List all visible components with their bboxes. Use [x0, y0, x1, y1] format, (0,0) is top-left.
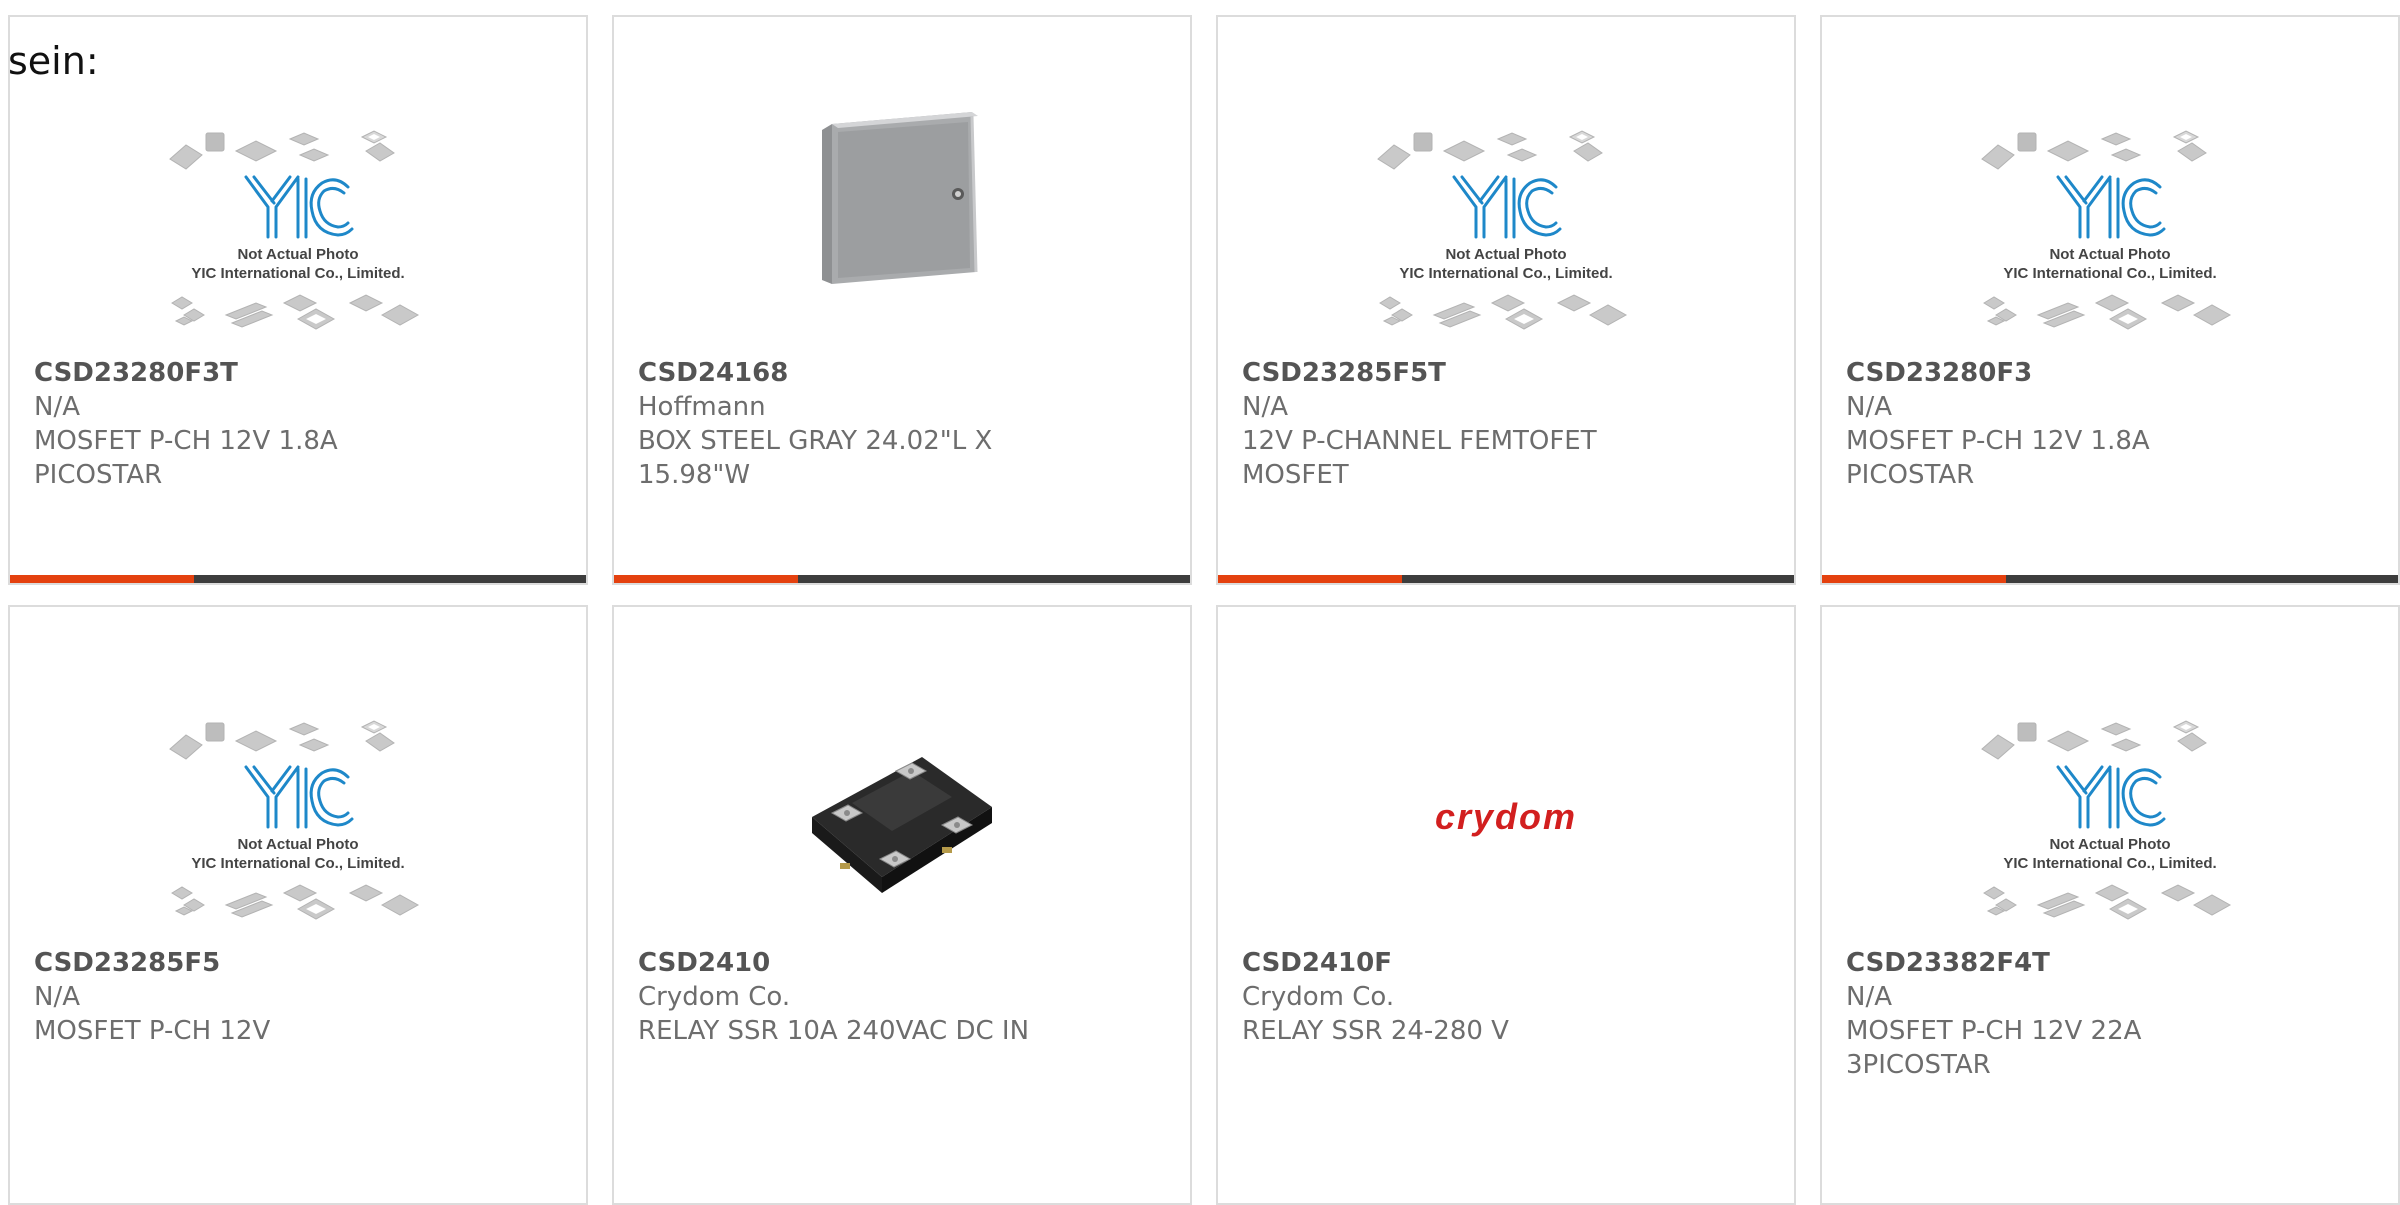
- card-accent-fill: [1218, 575, 1403, 583]
- description-line: MOSFET P-CH 12V 22A: [1846, 1016, 2142, 1046]
- crydom-logo-image: crydom: [1435, 796, 1577, 837]
- manufacturer: N/A: [1846, 982, 1892, 1012]
- product-card[interactable]: CSD2410 Crydom Co. RELAY SSR 10A 240VAC …: [612, 605, 1192, 1205]
- manufacturer: Crydom Co.: [1242, 982, 1395, 1012]
- product-image: crydom: [1218, 677, 1794, 957]
- description-line: PICOSTAR: [1846, 460, 1975, 490]
- manufacturer: Hoffmann: [638, 392, 766, 422]
- manufacturer: N/A: [1242, 392, 1288, 422]
- description-line: 12V P-CHANNEL FEMTOFET: [1242, 426, 1597, 456]
- product-image: Not Actual Photo YIC International Co., …: [1218, 87, 1794, 367]
- description-line: MOSFET P-CH 12V 1.8A: [1846, 426, 2150, 456]
- product-card[interactable]: crydom CSD2410F Crydom Co. RELAY SSR 24-…: [1216, 605, 1796, 1205]
- product-info: CSD23285F5 N/A MOSFET P-CH 12V: [34, 946, 562, 1048]
- card-accent-fill: [614, 575, 799, 583]
- placeholder-caption: Not Actual Photo: [2049, 246, 2170, 263]
- product-info: CSD2410 Crydom Co. RELAY SSR 10A 240VAC …: [638, 946, 1166, 1048]
- placeholder-caption: Not Actual Photo: [237, 246, 358, 263]
- yic-placeholder-image: Not Actual Photo YIC International Co., …: [148, 697, 448, 937]
- intro-text: sein:: [8, 39, 99, 83]
- part-number[interactable]: CSD2410F: [1242, 946, 1770, 980]
- product-image: Not Actual Photo YIC International Co., …: [1822, 87, 2398, 367]
- product-image: Not Actual Photo YIC International Co., …: [10, 677, 586, 957]
- product-info: CSD23280F3 N/A MOSFET P-CH 12V 1.8A PICO…: [1846, 356, 2374, 492]
- yic-placeholder-image: Not Actual Photo YIC International Co., …: [1356, 107, 1656, 347]
- placeholder-caption: Not Actual Photo: [1445, 246, 1566, 263]
- description-line: PICOSTAR: [34, 460, 163, 490]
- product-image: [614, 677, 1190, 957]
- product-image: Not Actual Photo YIC International Co., …: [10, 87, 586, 367]
- steel-enclosure-image: [792, 84, 1012, 304]
- description-line: RELAY SSR 24-280 V: [1242, 1016, 1509, 1046]
- card-accent-bar: [1218, 575, 1794, 583]
- svg-text:crydom: crydom: [1435, 796, 1577, 837]
- product-card[interactable]: Not Actual Photo YIC International Co., …: [8, 605, 588, 1205]
- yic-placeholder-image: Not Actual Photo YIC International Co., …: [1960, 107, 2260, 347]
- product-card[interactable]: CSD24168 Hoffmann BOX STEEL GRAY 24.02"L…: [612, 15, 1192, 585]
- placeholder-caption: Not Actual Photo: [237, 836, 358, 853]
- yic-placeholder-image: Not Actual Photo YIC International Co., …: [148, 107, 448, 347]
- description-line: RELAY SSR 10A 240VAC DC IN: [638, 1016, 1030, 1046]
- part-number[interactable]: CSD23280F3T: [34, 356, 562, 390]
- yic-placeholder-image: Not Actual Photo YIC International Co., …: [1960, 697, 2260, 937]
- product-image: [614, 87, 1190, 367]
- placeholder-caption: Not Actual Photo: [2049, 836, 2170, 853]
- placeholder-company: YIC International Co., Limited.: [2003, 855, 2216, 872]
- product-card[interactable]: Not Actual Photo YIC International Co., …: [8, 15, 588, 585]
- product-grid: Not Actual Photo YIC International Co., …: [8, 15, 2400, 1205]
- solid-state-relay-image: [792, 717, 1012, 917]
- description-line: MOSFET P-CH 12V: [34, 1016, 271, 1046]
- description-line: MOSFET: [1242, 460, 1349, 490]
- part-number[interactable]: CSD23382F4T: [1846, 946, 2374, 980]
- description-line: 15.98"W: [638, 460, 751, 490]
- product-info: CSD2410F Crydom Co. RELAY SSR 24-280 V: [1242, 946, 1770, 1048]
- product-card[interactable]: Not Actual Photo YIC International Co., …: [1216, 15, 1796, 585]
- product-info: CSD23382F4T N/A MOSFET P-CH 12V 22A 3PIC…: [1846, 946, 2374, 1082]
- description-line: MOSFET P-CH 12V 1.8A: [34, 426, 338, 456]
- description-line: 3PICOSTAR: [1846, 1050, 1991, 1080]
- placeholder-company: YIC International Co., Limited.: [191, 855, 404, 872]
- manufacturer: N/A: [34, 982, 80, 1012]
- part-number[interactable]: CSD23285F5T: [1242, 356, 1770, 390]
- product-card[interactable]: Not Actual Photo YIC International Co., …: [1820, 605, 2400, 1205]
- card-accent-bar: [10, 575, 586, 583]
- part-number[interactable]: CSD23280F3: [1846, 356, 2374, 390]
- product-card[interactable]: Not Actual Photo YIC International Co., …: [1820, 15, 2400, 585]
- placeholder-company: YIC International Co., Limited.: [191, 265, 404, 282]
- description-line: BOX STEEL GRAY 24.02"L X: [638, 426, 993, 456]
- placeholder-company: YIC International Co., Limited.: [1399, 265, 1612, 282]
- card-accent-fill: [10, 575, 195, 583]
- manufacturer: Crydom Co.: [638, 982, 791, 1012]
- card-accent-fill: [1822, 575, 2007, 583]
- product-image: Not Actual Photo YIC International Co., …: [1822, 677, 2398, 957]
- part-number[interactable]: CSD2410: [638, 946, 1166, 980]
- placeholder-company: YIC International Co., Limited.: [2003, 265, 2216, 282]
- part-number[interactable]: CSD24168: [638, 356, 1166, 390]
- manufacturer: N/A: [1846, 392, 1892, 422]
- part-number[interactable]: CSD23285F5: [34, 946, 562, 980]
- manufacturer: N/A: [34, 392, 80, 422]
- product-info: CSD23285F5T N/A 12V P-CHANNEL FEMTOFET M…: [1242, 356, 1770, 492]
- card-accent-bar: [614, 575, 1190, 583]
- card-accent-bar: [1822, 575, 2398, 583]
- product-info: CSD24168 Hoffmann BOX STEEL GRAY 24.02"L…: [638, 356, 1166, 492]
- product-info: CSD23280F3T N/A MOSFET P-CH 12V 1.8A PIC…: [34, 356, 562, 492]
